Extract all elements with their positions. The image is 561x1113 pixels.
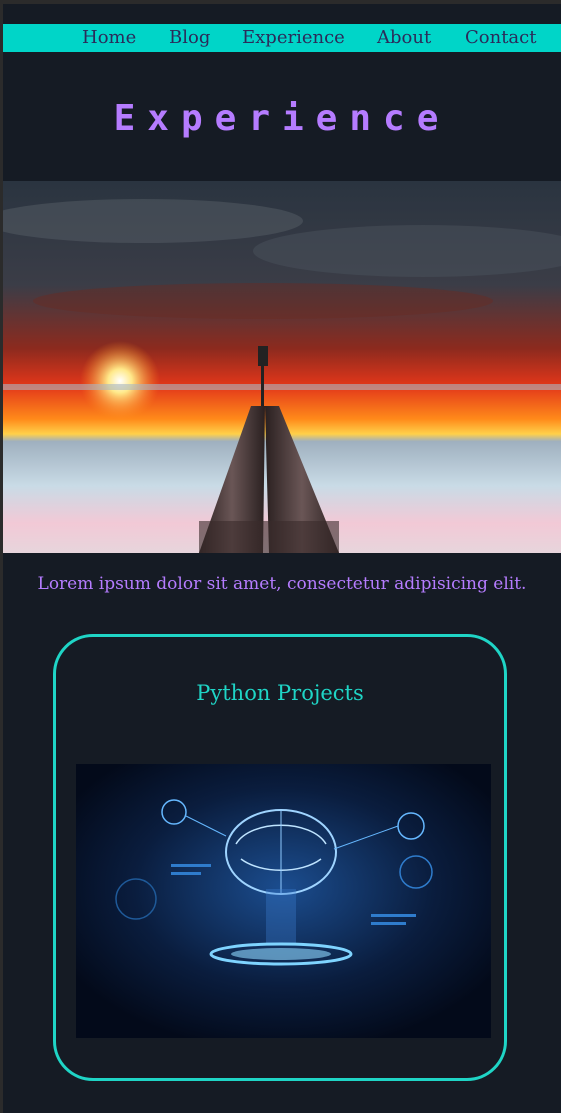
project-card-title: Python Projects: [196, 681, 364, 705]
top-nav: Home Blog Experience About Contact: [3, 24, 561, 52]
nav-blog-link[interactable]: Blog: [169, 27, 210, 48]
page-title: Experience: [113, 98, 451, 139]
nav-contact-link[interactable]: Contact: [465, 27, 536, 48]
nav-home-link[interactable]: Home: [82, 27, 136, 48]
intro-text: Lorem ipsum dolor sit amet, consectetur …: [37, 574, 527, 594]
nav-about-link[interactable]: About: [377, 27, 431, 48]
page: Home Blog Experience About Contact Exper…: [3, 4, 561, 1113]
ai-brain-image: [76, 764, 491, 1038]
project-card[interactable]: Python Projects: [53, 634, 507, 1081]
nav-experience-link[interactable]: Experience: [242, 27, 345, 48]
hero-image: [3, 181, 561, 553]
